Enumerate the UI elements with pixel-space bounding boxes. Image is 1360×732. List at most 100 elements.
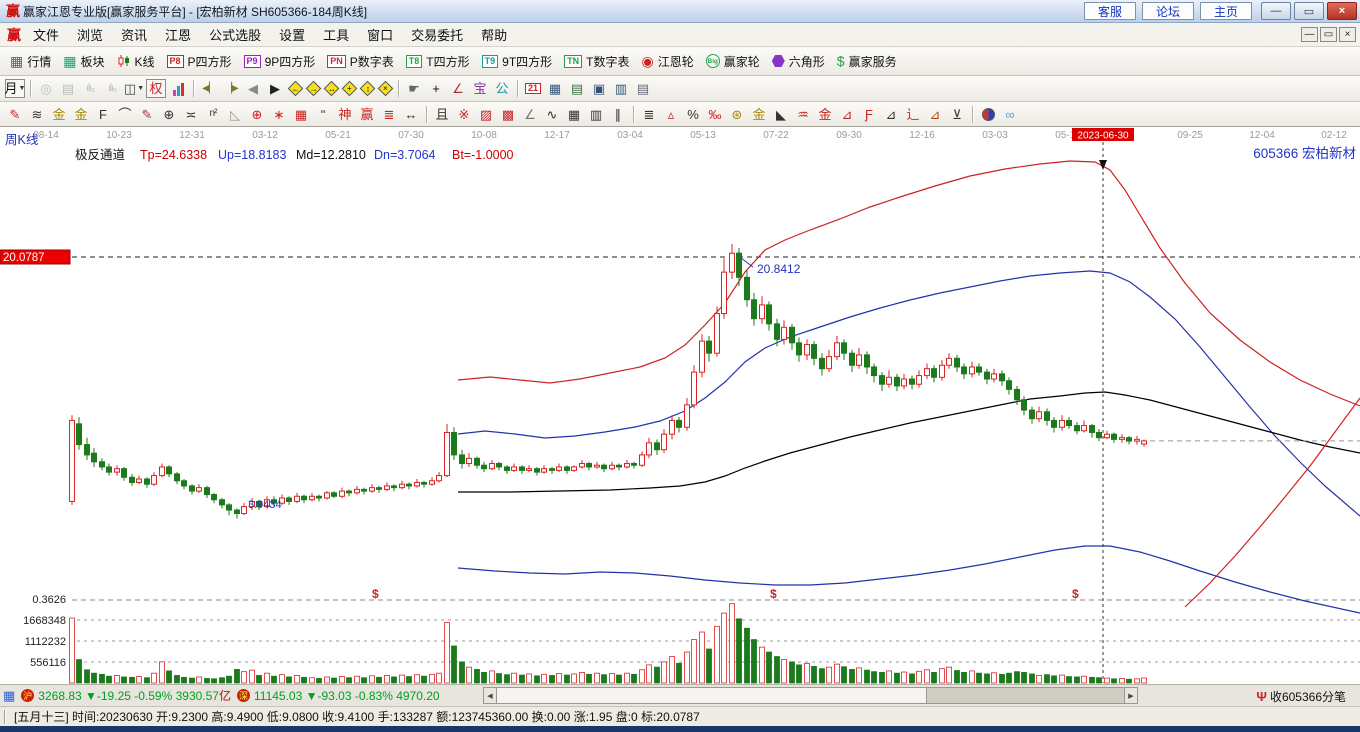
locked-bars9-icon[interactable]: ılı₉	[102, 79, 122, 98]
box-tool[interactable]: 且	[432, 105, 452, 124]
ruler-grid-tool[interactable]: ≣	[379, 105, 399, 124]
gann-left-button[interactable]: ←	[287, 80, 303, 97]
gann-right-button[interactable]: →	[305, 80, 321, 97]
toolbar-winner-service-button[interactable]: $ 赢家服务	[831, 51, 903, 72]
scroll-right-button[interactable]: ▶	[1124, 687, 1138, 704]
menu-item-trade[interactable]: 交易委托	[402, 23, 472, 46]
link-icon[interactable]: ∞	[1000, 105, 1020, 124]
gann-center-button[interactable]: ×	[377, 80, 393, 97]
trend-angle-tool[interactable]: ∠	[520, 105, 540, 124]
grid2-tool[interactable]: ▥	[586, 105, 606, 124]
toolbar-t-table-button[interactable]: TN T数字表	[558, 51, 635, 72]
homepage-button[interactable]: 主页	[1200, 2, 1252, 20]
gann-star-tool[interactable]: ∗	[269, 105, 289, 124]
support-button[interactable]: 客服	[1084, 2, 1136, 20]
fan2-tool[interactable]: ⊻	[947, 105, 967, 124]
gann-updown-button[interactable]: ↕	[359, 80, 375, 97]
maximize-button[interactable]: ▭	[1294, 2, 1324, 20]
period-month-button[interactable]: 月 ▼	[5, 79, 25, 98]
yinyang-icon[interactable]	[978, 105, 998, 124]
toolbar-p-square-button[interactable]: P8 P四方形	[161, 51, 238, 72]
menu-item-formula-stock-pick[interactable]: 公式选股	[200, 23, 270, 46]
formula-tool-button[interactable]: 公	[492, 79, 512, 98]
menu-item-news[interactable]: 资讯	[112, 23, 156, 46]
gann-grid-red-tool[interactable]: ▦	[291, 105, 311, 124]
scroll-track[interactable]	[927, 687, 1124, 704]
square-n2-tool[interactable]: n²	[203, 105, 223, 124]
angle-ghost-tool[interactable]: ◺	[225, 105, 245, 124]
locked-info-icon[interactable]: ▤	[58, 79, 78, 98]
toolbar-9t-square-button[interactable]: T9 9T四方形	[476, 51, 559, 72]
chart-scrollbar[interactable]: ◀ ▶	[483, 687, 1138, 704]
toolbar-sectors-button[interactable]: ▦ 板块	[57, 51, 110, 72]
minimize-button[interactable]: —	[1261, 2, 1291, 20]
gann-box-tool[interactable]: ▨	[476, 105, 496, 124]
locked-rotate-icon[interactable]: ◎	[36, 79, 56, 98]
locked-bars3-icon[interactable]: ılı₃	[80, 79, 100, 98]
permille-tool[interactable]: ‰	[705, 105, 725, 124]
gann-leftright-button[interactable]: ↔	[323, 80, 339, 97]
menu-item-tools[interactable]: 工具	[314, 23, 358, 46]
save-button[interactable]: ▣	[589, 79, 609, 98]
gann-cross-button[interactable]: +	[341, 80, 357, 97]
print-button[interactable]: ▤	[633, 79, 653, 98]
candle-style-button[interactable]: ◫ ▼	[124, 79, 144, 98]
crosshair-button[interactable]: +	[426, 79, 446, 98]
cycle-circle-tool[interactable]: ⊕	[159, 105, 179, 124]
brush-tool[interactable]: ✎	[137, 105, 157, 124]
shen-tool[interactable]: 神	[335, 105, 355, 124]
gann-box2-tool[interactable]: ▩	[498, 105, 518, 124]
child-restore-button[interactable]: ▭	[1320, 27, 1337, 42]
child-close-button[interactable]: ×	[1339, 27, 1356, 42]
fib-fan-tool[interactable]: Ƒ	[859, 105, 879, 124]
gann-circle-tool[interactable]: ⊕	[247, 105, 267, 124]
first-page-button[interactable]: ◀▏	[199, 79, 219, 98]
prev-page-button[interactable]: ◀	[243, 79, 263, 98]
toolbar-t-square-button[interactable]: T8 T四方形	[400, 51, 476, 72]
child-minimize-button[interactable]: —	[1301, 27, 1318, 42]
close-button[interactable]: ×	[1327, 2, 1357, 20]
treasure-tool-button[interactable]: 宝	[470, 79, 490, 98]
time-hatch-tool[interactable]: ≍	[181, 105, 201, 124]
channel-waves-tool[interactable]: ♒	[793, 105, 813, 124]
restore-rights-button[interactable]: 权	[146, 79, 166, 98]
calendar-button[interactable]: 21	[523, 79, 543, 98]
menu-item-window[interactable]: 窗口	[358, 23, 402, 46]
angle-l-tool[interactable]: ⊿	[837, 105, 857, 124]
arc-tool[interactable]: ⌒	[115, 105, 135, 124]
toolbar-gann-wheel-button[interactable]: ◉ 江恩轮	[636, 51, 700, 72]
fib-f-tool[interactable]: F	[93, 105, 113, 124]
parallel-lines-tool[interactable]: ∥	[608, 105, 628, 124]
forum-button[interactable]: 论坛	[1142, 2, 1194, 20]
quote-marks-tool[interactable]: ʺ	[313, 105, 333, 124]
price-ladder-tool[interactable]: ≣	[639, 105, 659, 124]
pan-hand-button[interactable]: ☛	[404, 79, 424, 98]
scroll-thumb[interactable]	[497, 687, 927, 704]
resist-tool[interactable]: ⊿	[925, 105, 945, 124]
tick-stream-link[interactable]: Ψ 收605366分笔	[1256, 685, 1346, 707]
menu-item-browse[interactable]: 浏览	[68, 23, 112, 46]
percent-tool[interactable]: %	[683, 105, 703, 124]
angle2-tool[interactable]: ⊿	[881, 105, 901, 124]
toolbar-p-table-button[interactable]: PN P数字表	[321, 51, 400, 72]
memo-button[interactable]: ▤	[567, 79, 587, 98]
wave-tool[interactable]: ∿	[542, 105, 562, 124]
quote-table-icon[interactable]: ▦	[3, 688, 15, 704]
kline-chart[interactable]: 166834811122325561160.362608-14 10-23 12-3…	[0, 127, 1360, 684]
next-page-button[interactable]: ▶	[265, 79, 285, 98]
toolbar-kline-button[interactable]: K线	[111, 51, 161, 72]
menu-item-gann[interactable]: 江恩	[156, 23, 200, 46]
menu-item-settings[interactable]: 设置	[270, 23, 314, 46]
measure-angle-button[interactable]: ∠	[448, 79, 468, 98]
win-tool[interactable]: 赢	[357, 105, 377, 124]
gold-line-tool[interactable]: 金	[49, 105, 69, 124]
grid-tool[interactable]: ▦	[564, 105, 584, 124]
network-button[interactable]: ▥	[611, 79, 631, 98]
toolbar-quotes-button[interactable]: ▦ 行情	[4, 51, 57, 72]
gold-line2-tool[interactable]: 金	[71, 105, 91, 124]
width-measure-tool[interactable]: ↔	[401, 105, 421, 124]
radiate-lines-tool[interactable]: ※	[454, 105, 474, 124]
toolbar-9p-square-button[interactable]: P9 9P四方形	[238, 51, 322, 72]
toolbar-winner-wheel-button[interactable]: Big 赢家轮	[700, 51, 766, 72]
hatch-lines-tool[interactable]: ≋	[27, 105, 47, 124]
